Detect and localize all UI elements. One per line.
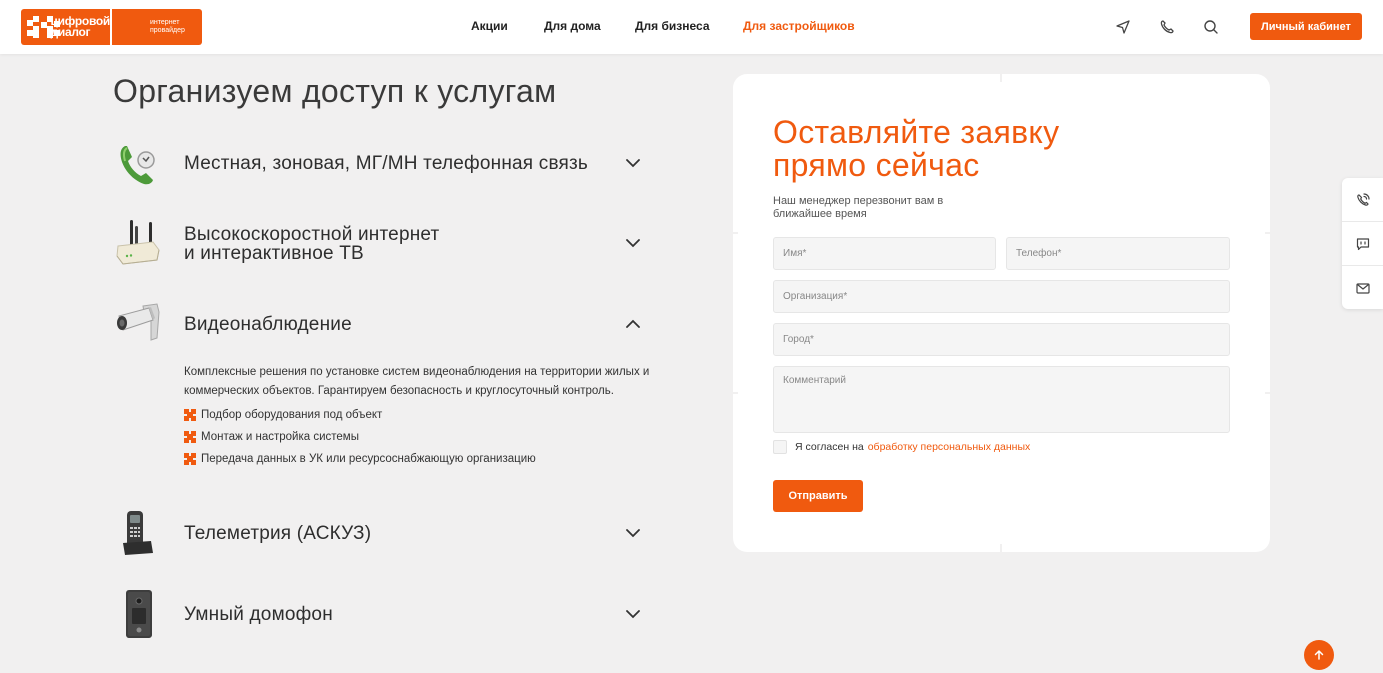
chevron-down-icon[interactable]	[624, 524, 642, 542]
logo-mark-icon	[27, 16, 60, 38]
list-item-label: Подбор оборудования под объект	[201, 409, 383, 421]
chevron-down-icon[interactable]	[624, 234, 642, 252]
form-subtitle: Наш менеджер перезвонит вам в ближайшее …	[773, 195, 944, 220]
scroll-to-top-button[interactable]	[1304, 640, 1334, 670]
list-item: Передача данных в УК или ресурсоснабжающ…	[184, 450, 536, 472]
submit-button[interactable]: Отправить	[773, 480, 863, 512]
telemetry-device-icon	[113, 507, 163, 563]
card-decor-notch	[733, 392, 738, 394]
services-title: Организуем доступ к услугам	[113, 73, 557, 109]
service-feature-list: Подбор оборудования под объект Монтаж и …	[184, 406, 536, 472]
consent-checkbox[interactable]	[773, 440, 787, 454]
arrow-up-icon	[1314, 649, 1324, 660]
list-item: Подбор оборудования под объект	[184, 406, 536, 428]
service-item-telemetry[interactable]: Телеметрия (АСКУЗ)	[113, 507, 653, 567]
security-camera-icon	[113, 298, 163, 354]
side-contact-widget	[1342, 178, 1383, 309]
logo-main: цифровой диалог	[21, 9, 110, 45]
logo-sub-line1: интернет	[150, 19, 180, 26]
logo-tagline: интернет провайдер	[112, 9, 202, 45]
brand-bullet-icon	[184, 409, 196, 421]
card-decor-notch	[1265, 392, 1270, 394]
location-arrow-icon[interactable]	[1114, 18, 1132, 36]
nav-item-developers[interactable]: Для застройщиков	[743, 19, 855, 33]
service-name: Видеонаблюдение	[184, 314, 352, 335]
nav-item-home[interactable]: Для дома	[544, 19, 601, 33]
consent-text: Я согласен на	[795, 441, 864, 453]
router-icon	[113, 216, 163, 272]
intercom-icon	[113, 588, 163, 644]
service-name-line1: Высокоскоростной интернет	[184, 224, 440, 245]
organization-field[interactable]	[773, 280, 1230, 313]
logo[interactable]: цифровой диалог интернет провайдер	[21, 9, 202, 45]
service-name: Телеметрия (АСКУЗ)	[184, 523, 372, 544]
name-field[interactable]	[773, 237, 996, 270]
service-description: Комплексные решения по установке систем …	[184, 366, 650, 397]
service-name: Местная, зоновая, МГ/МН телефонная связь	[184, 153, 589, 174]
brand-bullet-icon	[184, 431, 196, 443]
list-item-label: Монтаж и настройка системы	[201, 431, 359, 443]
service-item-video-surveillance[interactable]: Видеонаблюдение	[113, 298, 653, 358]
card-decor-notch	[1265, 232, 1270, 234]
privacy-policy-link[interactable]: обработку персональных данных	[868, 441, 1031, 453]
service-item-smart-intercom[interactable]: Умный домофон	[113, 588, 653, 648]
phone-icon[interactable]	[1158, 18, 1176, 36]
comment-field[interactable]	[773, 366, 1230, 433]
search-icon[interactable]	[1202, 18, 1220, 36]
logo-sub-line2: провайдер	[150, 27, 185, 34]
nav-item-promotions[interactable]: Акции	[471, 19, 508, 33]
card-decor-notch	[1000, 74, 1002, 82]
nav-item-business[interactable]: Для бизнеса	[635, 19, 710, 33]
chat-icon[interactable]	[1342, 222, 1383, 265]
mail-icon[interactable]	[1342, 266, 1383, 309]
city-field[interactable]	[773, 323, 1230, 356]
card-decor-notch	[733, 232, 738, 234]
chevron-up-icon[interactable]	[624, 315, 642, 333]
header: цифровой диалог интернет провайдер Акции…	[0, 0, 1383, 54]
card-decor-notch	[1000, 544, 1002, 552]
phone-handset-icon	[113, 140, 163, 196]
service-name-line2: и интерактивное ТВ	[184, 243, 364, 264]
chevron-down-icon[interactable]	[624, 154, 642, 172]
form-title-line1: Оставляйте заявку	[773, 114, 1060, 150]
consent-row: Я согласен на обработку персональных дан…	[773, 440, 1030, 454]
list-item: Монтаж и настройка системы	[184, 428, 536, 450]
phone-field[interactable]	[1006, 237, 1230, 270]
personal-account-button[interactable]: Личный кабинет	[1250, 13, 1362, 40]
form-title: Оставляйте заявку прямо сейчас	[773, 116, 1059, 182]
service-item-telephony[interactable]: Местная, зоновая, МГ/МН телефонная связь	[113, 138, 653, 198]
chevron-down-icon[interactable]	[624, 605, 642, 623]
service-name: Умный домофон	[184, 604, 333, 625]
service-item-internet-tv[interactable]: Высокоскоростной интернет и интерактивно…	[113, 216, 653, 276]
callback-icon[interactable]	[1342, 178, 1383, 221]
brand-bullet-icon	[184, 453, 196, 465]
list-item-label: Передача данных в УК или ресурсоснабжающ…	[201, 453, 536, 465]
form-title-line2: прямо сейчас	[773, 147, 980, 183]
